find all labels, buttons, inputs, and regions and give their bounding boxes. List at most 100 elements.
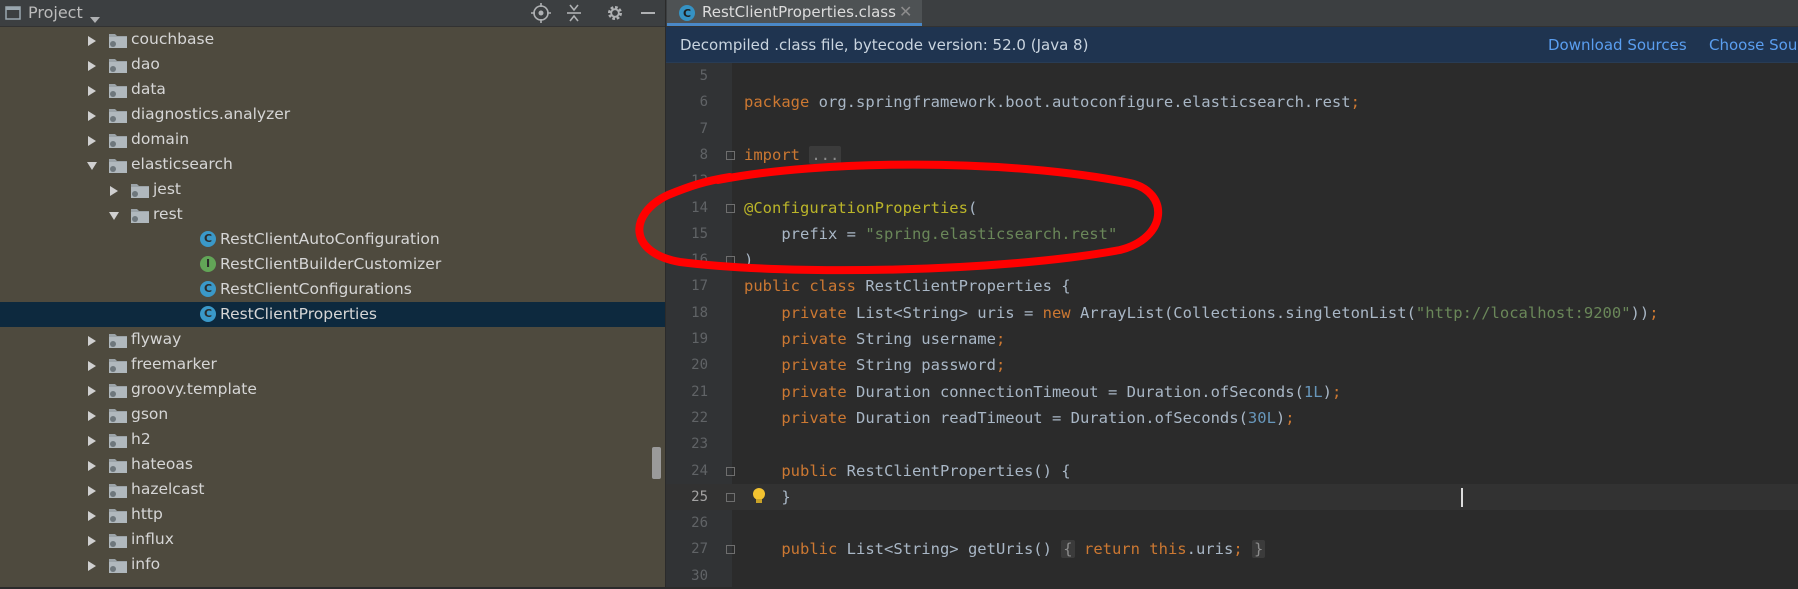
code-text: public List<String> getUris() { return t… bbox=[744, 540, 1266, 559]
expand-arrow-right-icon[interactable] bbox=[86, 560, 98, 572]
folder-icon bbox=[109, 534, 127, 548]
project-panel: Project couchbase dao data diagnostics.anal… bbox=[0, 0, 665, 587]
tree-item-label: RestClientConfigurations bbox=[220, 280, 412, 298]
tree-folder-item[interactable]: jest bbox=[0, 177, 665, 202]
expand-arrow-right-icon[interactable] bbox=[86, 110, 98, 122]
tree-folder-item[interactable]: groovy.template bbox=[0, 377, 665, 402]
project-panel-title[interactable]: Project bbox=[28, 3, 83, 22]
tree-folder-item[interactable]: dao bbox=[0, 52, 665, 77]
tree-folder-item[interactable]: freemarker bbox=[0, 352, 665, 377]
tree-file-item[interactable]: C RestClientProperties bbox=[0, 302, 665, 327]
expand-arrow-right-icon[interactable] bbox=[86, 35, 98, 47]
line-number: 19 bbox=[691, 331, 708, 347]
code-line[interactable]: 6 package org.springframework.boot.autoco… bbox=[666, 89, 1798, 115]
code-line[interactable]: 18 private List<String> uris = new Array… bbox=[666, 300, 1798, 326]
choose-sources-link[interactable]: Choose Sou bbox=[1709, 36, 1797, 54]
code-line[interactable]: 21 private Duration connectionTimeout = … bbox=[666, 379, 1798, 405]
fold-marker-icon[interactable] bbox=[726, 466, 735, 476]
expand-arrow-down-icon[interactable] bbox=[86, 160, 98, 172]
folder-icon bbox=[109, 559, 127, 573]
tree-folder-item[interactable]: gson bbox=[0, 402, 665, 427]
close-icon[interactable]: ✕ bbox=[899, 2, 912, 21]
line-number: 7 bbox=[699, 120, 708, 137]
text-caret bbox=[1461, 487, 1463, 507]
expand-arrow-down-icon[interactable] bbox=[108, 210, 120, 222]
code-line[interactable]: 25 } bbox=[666, 483, 1798, 510]
tree-folder-item[interactable]: http bbox=[0, 502, 665, 527]
tree-folder-item[interactable]: data bbox=[0, 77, 665, 102]
tree-folder-item[interactable]: hateoas bbox=[0, 452, 665, 477]
fold-marker-icon[interactable] bbox=[726, 256, 735, 266]
tree-folder-item[interactable]: flyway bbox=[0, 327, 665, 352]
tree-scrollbar[interactable] bbox=[652, 447, 661, 479]
line-number: 24 bbox=[691, 462, 708, 479]
tree-item-label: dao bbox=[131, 55, 160, 73]
code-line[interactable]: 30 bbox=[666, 563, 1798, 589]
expand-arrow-right-icon[interactable] bbox=[86, 385, 98, 397]
code-line[interactable]: 17 public class RestClientProperties { bbox=[666, 273, 1798, 299]
expand-arrow-right-icon[interactable] bbox=[86, 360, 98, 372]
expand-arrow-right-icon[interactable] bbox=[86, 60, 98, 72]
code-line[interactable]: 14 @ConfigurationProperties( bbox=[666, 195, 1798, 221]
expand-arrow-right-icon[interactable] bbox=[86, 335, 98, 347]
fold-marker-icon[interactable] bbox=[726, 203, 735, 213]
expand-arrow-right-icon[interactable] bbox=[86, 535, 98, 547]
code-line[interactable]: 27 public List<String> getUris() { retur… bbox=[666, 536, 1798, 562]
code-line[interactable]: 15 prefix = "spring.elasticsearch.rest" bbox=[666, 221, 1798, 247]
tree-item-label: info bbox=[131, 555, 161, 573]
code-area[interactable]: 5 6 package org.springframework.boot.autoc… bbox=[666, 63, 1798, 587]
expand-arrow-right-icon[interactable] bbox=[86, 460, 98, 472]
locate-icon[interactable] bbox=[530, 2, 552, 24]
line-number: 21 bbox=[691, 383, 708, 400]
expand-arrow-right-icon[interactable] bbox=[86, 510, 98, 522]
folder-icon bbox=[109, 59, 127, 73]
gear-icon[interactable] bbox=[604, 2, 626, 24]
fold-marker-icon[interactable] bbox=[726, 492, 735, 502]
expand-arrow-right-icon[interactable] bbox=[86, 485, 98, 497]
code-line[interactable]: 7 bbox=[666, 116, 1798, 142]
code-line[interactable]: 24 public RestClientProperties() { bbox=[666, 458, 1798, 484]
tree-folder-item[interactable]: diagnostics.analyzer bbox=[0, 102, 665, 127]
code-line[interactable]: 20 private String password; bbox=[666, 352, 1798, 378]
code-line[interactable]: 19 private String username; bbox=[666, 326, 1798, 352]
expand-arrow-right-icon[interactable] bbox=[86, 435, 98, 447]
expand-arrow-right-icon[interactable] bbox=[108, 185, 120, 197]
tree-folder-item[interactable]: h2 bbox=[0, 427, 665, 452]
tree-folder-item[interactable]: domain bbox=[0, 127, 665, 152]
code-line[interactable]: 5 bbox=[666, 63, 1798, 89]
tree-file-item[interactable]: C RestClientAutoConfiguration bbox=[0, 227, 665, 252]
code-text: public class RestClientProperties { bbox=[744, 277, 1071, 296]
code-line[interactable]: 13 bbox=[666, 168, 1798, 194]
tree-item-label: flyway bbox=[131, 330, 182, 348]
collapse-all-icon[interactable] bbox=[563, 2, 585, 24]
expand-arrow-right-icon[interactable] bbox=[86, 85, 98, 97]
download-sources-link[interactable]: Download Sources bbox=[1548, 36, 1687, 54]
tree-folder-item[interactable]: info bbox=[0, 552, 665, 577]
fold-marker-icon[interactable] bbox=[726, 150, 735, 160]
code-text: import ... bbox=[744, 145, 842, 164]
tree-folder-item[interactable]: hazelcast bbox=[0, 477, 665, 502]
expand-arrow-right-icon[interactable] bbox=[86, 410, 98, 422]
code-line[interactable]: 26 bbox=[666, 510, 1798, 536]
tree-folder-item[interactable]: couchbase bbox=[0, 27, 665, 52]
fold-marker-icon[interactable] bbox=[726, 545, 735, 555]
tree-file-item[interactable]: I RestClientBuilderCustomizer bbox=[0, 252, 665, 277]
class-icon: C bbox=[200, 231, 216, 247]
folder-icon bbox=[109, 384, 127, 398]
minimize-icon[interactable] bbox=[637, 2, 659, 24]
code-line[interactable]: 8 import ... bbox=[666, 142, 1798, 168]
expand-arrow-right-icon[interactable] bbox=[86, 135, 98, 147]
tab-restclientproperties[interactable]: C RestClientProperties.class ✕ bbox=[667, 0, 922, 26]
folder-icon bbox=[109, 159, 127, 173]
code-line[interactable]: 23 bbox=[666, 431, 1798, 457]
code-line[interactable]: 16) bbox=[666, 247, 1798, 273]
code-text: public RestClientProperties() { bbox=[744, 461, 1071, 480]
code-line[interactable]: 22 private Duration readTimeout = Durati… bbox=[666, 405, 1798, 431]
folder-icon bbox=[109, 409, 127, 423]
tree-file-item[interactable]: C RestClientConfigurations bbox=[0, 277, 665, 302]
folder-icon bbox=[131, 184, 149, 198]
tree-folder-item[interactable]: rest bbox=[0, 202, 665, 227]
chevron-down-icon[interactable] bbox=[89, 9, 101, 28]
tree-folder-item[interactable]: elasticsearch bbox=[0, 152, 665, 177]
tree-folder-item[interactable]: influx bbox=[0, 527, 665, 552]
